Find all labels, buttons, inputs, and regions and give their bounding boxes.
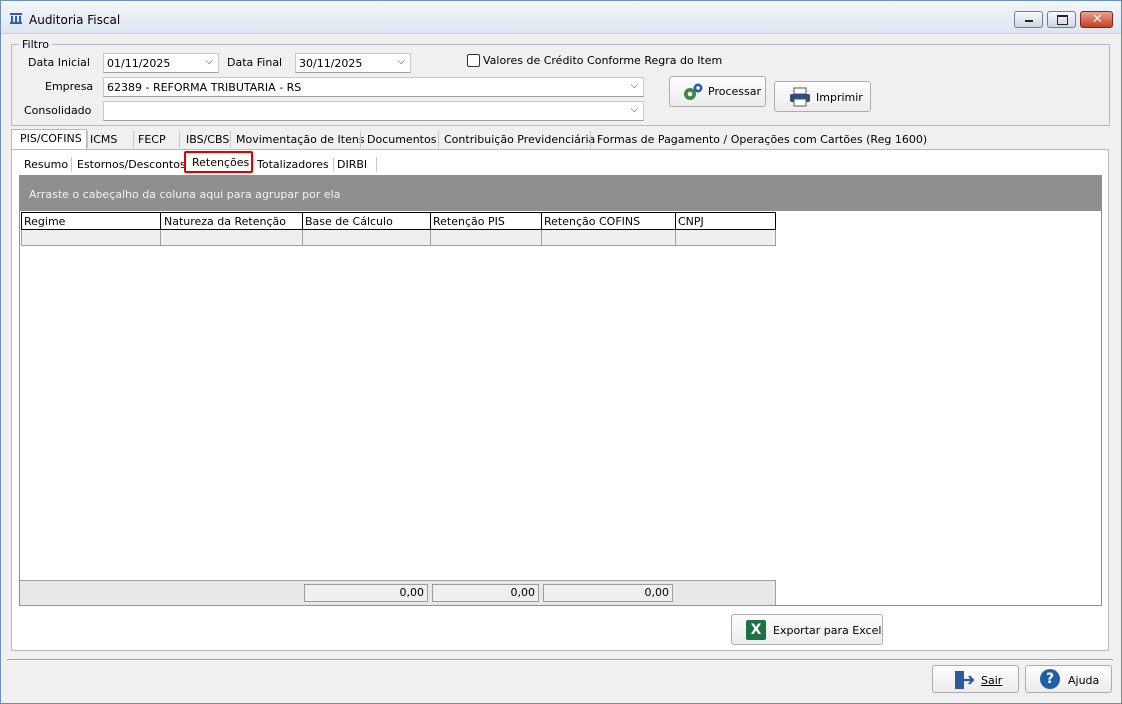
- filter-row[interactable]: [21, 230, 776, 246]
- total-base-calculo: 0,00: [304, 584, 428, 602]
- tab-divider: [71, 157, 72, 172]
- gears-icon: [682, 82, 704, 105]
- tab-divider: [333, 157, 334, 172]
- subtab-retencoes-label[interactable]: Retenções: [192, 156, 249, 169]
- tab-movimentacao-itens[interactable]: Movimentação de Itens: [236, 133, 365, 146]
- tab-contribuicao-previdenciaria[interactable]: Contribuição Previdenciária: [444, 133, 595, 146]
- tab-formas-pagamento[interactable]: Formas de Pagamento / Operações com Cart…: [597, 133, 927, 146]
- close-icon: ✕: [1092, 12, 1103, 27]
- excel-icon: X: [746, 620, 766, 640]
- total-retencao-pis: 0,00: [432, 584, 539, 602]
- column-header-natureza[interactable]: Natureza da Retenção: [161, 213, 303, 230]
- filter-cell[interactable]: [431, 230, 542, 245]
- main-window: Auditoria Fiscal ✕ Filtro Data Inicial 0…: [0, 0, 1122, 704]
- bottom-separator-highlight: [7, 660, 1113, 661]
- chevron-down-icon[interactable]: ⌵: [630, 104, 638, 115]
- valores-credito-label[interactable]: Valores de Crédito Conforme Regra do Ite…: [483, 54, 722, 67]
- group-by-hint: Arraste o cabeçalho da coluna aqui para …: [29, 188, 341, 201]
- data-inicial-value: 01/11/2025: [107, 57, 171, 70]
- column-header-cnpj[interactable]: CNPJ: [676, 213, 775, 230]
- tab-fecp[interactable]: FECP: [138, 133, 166, 146]
- title-bar: Auditoria Fiscal ✕: [1, 1, 1121, 34]
- chevron-down-icon[interactable]: ⌵: [205, 56, 213, 67]
- tab-divider: [87, 131, 88, 148]
- tab-divider: [133, 131, 134, 148]
- imprimir-label: Imprimir: [816, 91, 863, 104]
- tab-ibs-cbs[interactable]: IBS/CBS: [186, 133, 229, 146]
- minimize-icon: [1025, 20, 1033, 22]
- tab-divider: [179, 131, 180, 148]
- sair-label: Sair: [981, 674, 1003, 687]
- subtab-dirbi[interactable]: DIRBI: [337, 158, 367, 171]
- total-retencao-cofins: 0,00: [543, 584, 673, 602]
- sub-tab-strip: Resumo Estornos/Descontos Retenções Tota…: [19, 151, 379, 174]
- filter-cell[interactable]: [22, 230, 161, 245]
- subtab-resumo[interactable]: Resumo: [24, 158, 68, 171]
- data-final-label: Data Final: [227, 56, 283, 69]
- window-title: Auditoria Fiscal: [29, 13, 121, 27]
- tab-divider: [438, 131, 439, 148]
- valores-credito-checkbox[interactable]: [467, 54, 480, 67]
- chevron-down-icon[interactable]: ⌵: [397, 56, 405, 67]
- tab-icms[interactable]: ICMS: [90, 133, 117, 146]
- consolidado-label: Consolidado: [24, 104, 92, 117]
- column-header-retencao-pis[interactable]: Retenção PIS: [431, 213, 542, 230]
- subtab-totalizadores[interactable]: Totalizadores: [257, 158, 329, 171]
- help-icon: ?: [1040, 669, 1060, 689]
- maximize-icon: [1057, 15, 1068, 25]
- filter-cell[interactable]: [542, 230, 676, 245]
- tab-divider: [590, 131, 591, 148]
- filter-cell[interactable]: [161, 230, 303, 245]
- close-button[interactable]: ✕: [1080, 11, 1113, 28]
- data-inicial-label: Data Inicial: [28, 56, 90, 69]
- filtro-group-label: Filtro: [19, 38, 52, 51]
- tab-documentos[interactable]: Documentos: [367, 133, 436, 146]
- ajuda-label: Ajuda: [1068, 674, 1100, 687]
- exit-door-icon: [953, 670, 975, 693]
- sair-button[interactable]: Sair: [932, 665, 1019, 693]
- data-final-value: 30/11/2025: [299, 57, 363, 70]
- chevron-down-icon[interactable]: ⌵: [630, 80, 638, 91]
- tab-divider: [360, 131, 361, 148]
- tab-divider: [376, 157, 377, 172]
- exportar-excel-button[interactable]: X Exportar para Excel: [731, 614, 883, 645]
- exportar-label: Exportar para Excel: [773, 624, 882, 637]
- app-building-icon: [9, 11, 23, 28]
- consolidado-select[interactable]: ⌵: [103, 101, 644, 121]
- filter-cell[interactable]: [303, 230, 431, 245]
- processar-label: Processar: [708, 85, 761, 98]
- main-tab-strip: PIS/COFINS ICMS FECP IBS/CBS Movimentaçã…: [11, 129, 1109, 151]
- ajuda-button[interactable]: ? Ajuda: [1025, 665, 1112, 693]
- subtab-estornos-descontos[interactable]: Estornos/Descontos: [77, 158, 186, 171]
- empresa-label: Empresa: [45, 80, 94, 93]
- column-header-base-calculo[interactable]: Base de Cálculo: [303, 213, 431, 230]
- grid-header: Regime Natureza da Retenção Base de Cálc…: [21, 212, 776, 230]
- maximize-button[interactable]: [1047, 11, 1076, 28]
- processar-button[interactable]: Processar: [669, 76, 766, 107]
- empresa-select[interactable]: 62389 - REFORMA TRIBUTARIA - RS ⌵: [103, 77, 644, 97]
- tab-divider: [230, 131, 231, 148]
- printer-icon: [789, 87, 811, 110]
- minimize-button[interactable]: [1014, 11, 1043, 28]
- column-header-retencao-cofins[interactable]: Retenção COFINS: [542, 213, 676, 230]
- data-final-field[interactable]: 30/11/2025 ⌵: [295, 53, 411, 73]
- empresa-value: 62389 - REFORMA TRIBUTARIA - RS: [107, 81, 302, 94]
- tab-pis-cofins-label[interactable]: PIS/COFINS: [20, 132, 82, 145]
- column-header-regime[interactable]: Regime: [22, 213, 161, 230]
- data-inicial-field[interactable]: 01/11/2025 ⌵: [103, 53, 219, 73]
- imprimir-button[interactable]: Imprimir: [774, 81, 871, 112]
